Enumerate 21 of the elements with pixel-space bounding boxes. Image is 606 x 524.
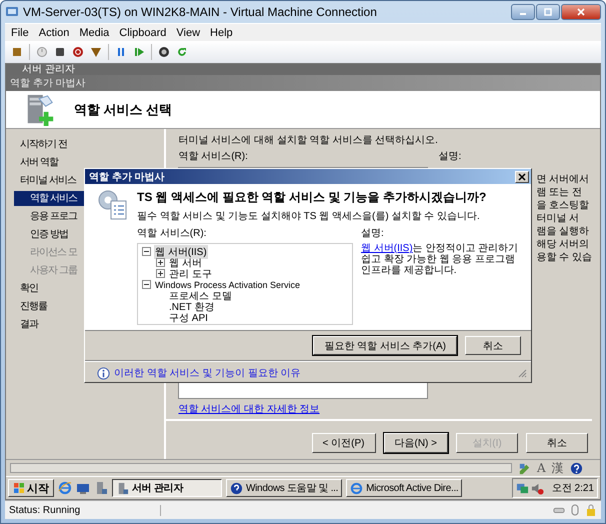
server-manager-title: 서버 관리자: [22, 64, 75, 75]
dialog-note: 필수 역할 서비스 및 기능도 설치해야 TS 웹 액세스을(를) 설치할 수 있습니다.: [137, 210, 481, 223]
description-label: 설명:: [361, 227, 384, 240]
description-text: 면 서버에서: [536, 173, 590, 186]
dialog-question: TS 웹 액세스에 필요한 역할 서비스 및 기능을 추가하시겠습니까?: [137, 189, 488, 206]
wizard-heading: 역할 서비스 선택: [74, 100, 172, 118]
description-text: 용할 수 있습: [536, 251, 592, 264]
dialog-title: 역할 추가 마법사: [89, 170, 165, 184]
description-text: 램을 실행하: [536, 225, 590, 238]
description-text: 웹 서버(IIS)는 안정적이고 관리하기 쉽고 확장 가능한 웹 응용 프로그램 인프라를 제공합니다.: [361, 243, 520, 276]
intro-text: 터미널 서비스에 대해 설치할 역할 서비스를 선택하십시오.: [178, 134, 439, 147]
tree-label: 역할 서비스(R):: [137, 227, 206, 240]
description-text: 을 호스팅할: [536, 199, 590, 212]
description-text: 해당 서버의: [536, 238, 590, 251]
list-label: 역할 서비스(R):: [178, 150, 248, 163]
wizard-title: 역할 추가 마법사: [10, 77, 86, 90]
description-text: 램 또는 전: [536, 186, 582, 199]
description-text: 터미널 서: [536, 212, 580, 225]
window-title: VM-Server-03(TS) on WIN2K8-MAIN - Virtual Machine Connection: [23, 5, 377, 19]
status-text: Status: Running: [9, 504, 162, 516]
description-label: 설명:: [438, 150, 462, 163]
